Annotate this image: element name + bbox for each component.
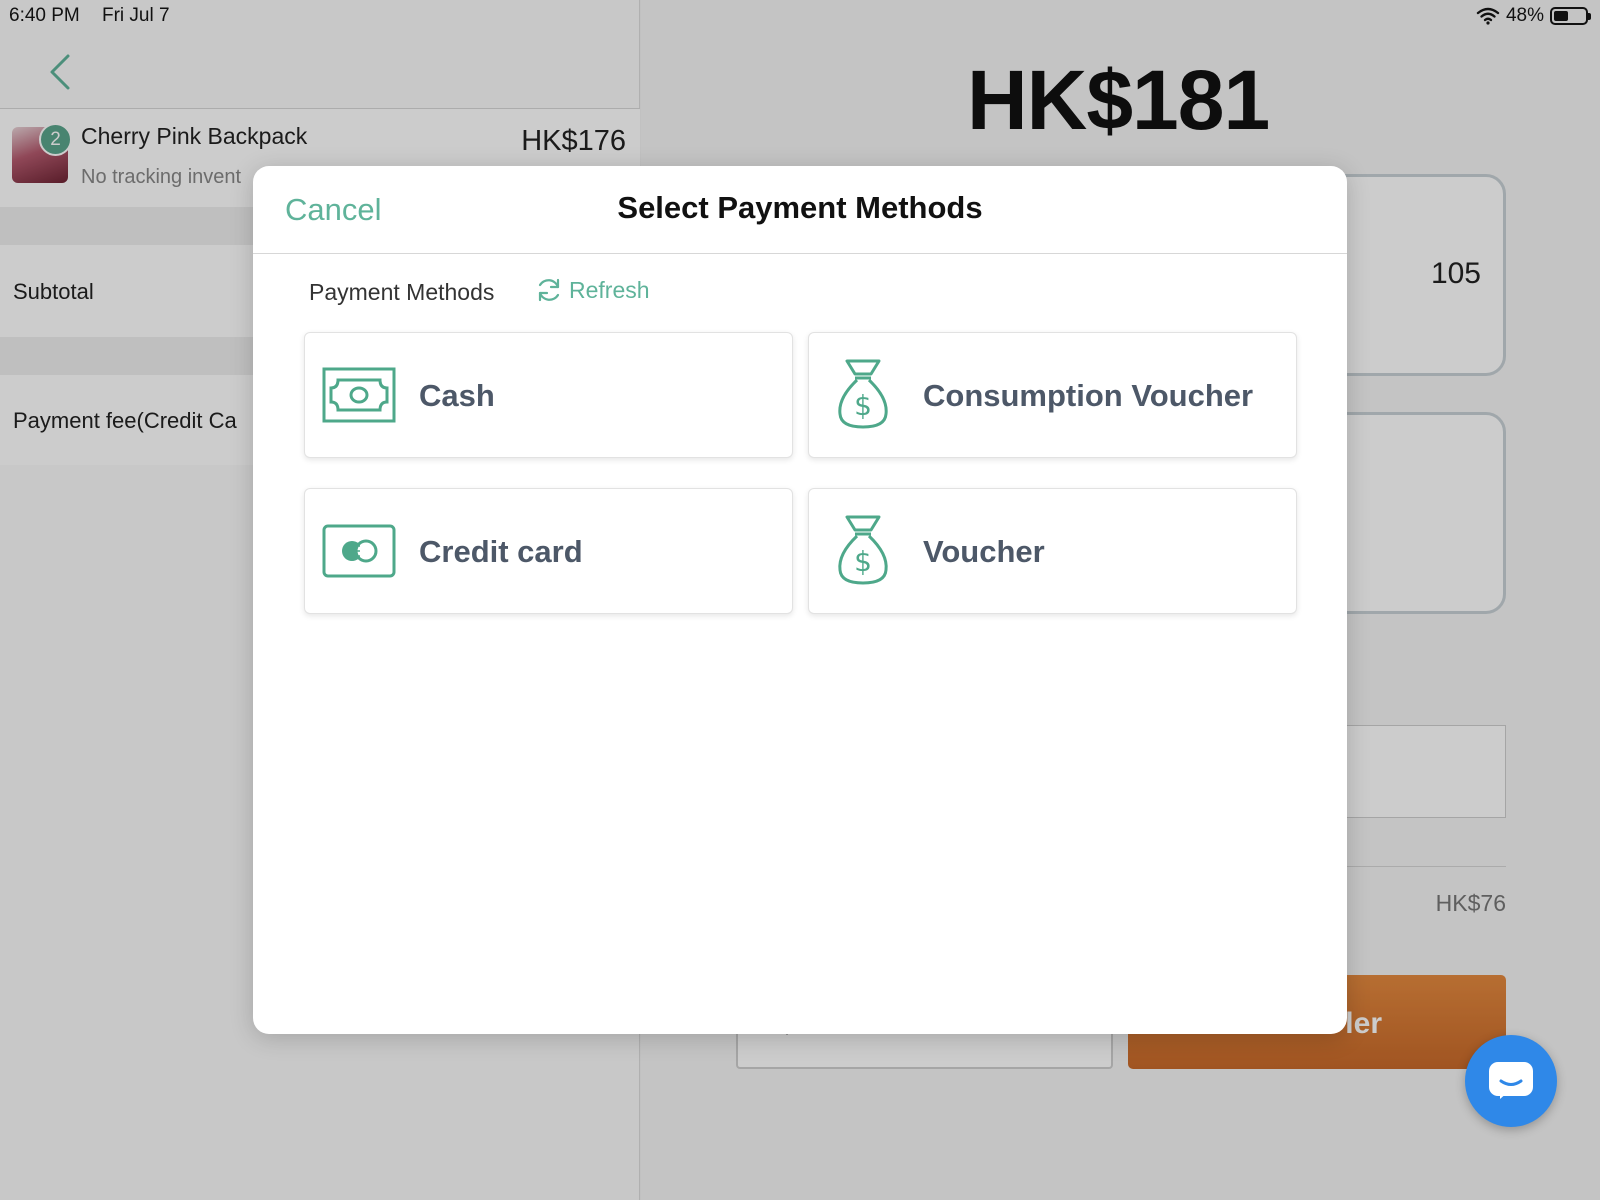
svg-text:$: $ bbox=[854, 545, 872, 578]
refresh-button[interactable]: Refresh bbox=[535, 276, 650, 304]
payment-method-label: Cash bbox=[419, 378, 495, 413]
money-bag-icon: $ bbox=[826, 357, 900, 431]
wifi-icon bbox=[1476, 7, 1500, 25]
payment-method-consumption-voucher[interactable]: $ Consumption Voucher bbox=[808, 332, 1297, 458]
section-label: Payment Methods bbox=[309, 279, 495, 305]
payment-method-cash[interactable]: Cash bbox=[304, 332, 793, 458]
status-bar: 6:40 PM Fri Jul 7 48% bbox=[0, 0, 1600, 34]
svg-text:$: $ bbox=[854, 389, 872, 422]
status-indicators: 48% bbox=[1476, 5, 1591, 27]
payment-methods-modal: Cancel Select Payment Methods Payment Me… bbox=[253, 166, 1347, 1034]
payment-method-label: Voucher bbox=[923, 534, 1045, 569]
modal-title: Select Payment Methods bbox=[617, 190, 983, 225]
payment-method-voucher[interactable]: $ Voucher bbox=[808, 488, 1297, 614]
chat-button[interactable] bbox=[1465, 1035, 1557, 1127]
chat-icon bbox=[1489, 1062, 1533, 1099]
battery-icon bbox=[1550, 7, 1591, 25]
payment-method-credit-card[interactable]: Credit card bbox=[304, 488, 793, 614]
money-bag-icon: $ bbox=[826, 513, 900, 587]
payment-method-label: Credit card bbox=[419, 534, 583, 569]
payment-method-label: Consumption Voucher bbox=[923, 378, 1254, 413]
refresh-label: Refresh bbox=[569, 276, 650, 303]
battery-level bbox=[1554, 11, 1569, 21]
status-date: Fri Jul 7 bbox=[102, 5, 170, 26]
status-time: 6:40 PM bbox=[9, 5, 80, 26]
refresh-icon bbox=[538, 278, 560, 302]
battery-percent: 48% bbox=[1505, 5, 1544, 26]
credit-card-icon bbox=[322, 520, 396, 582]
cash-icon bbox=[322, 364, 396, 426]
modal-header: Cancel Select Payment Methods bbox=[253, 166, 1347, 254]
